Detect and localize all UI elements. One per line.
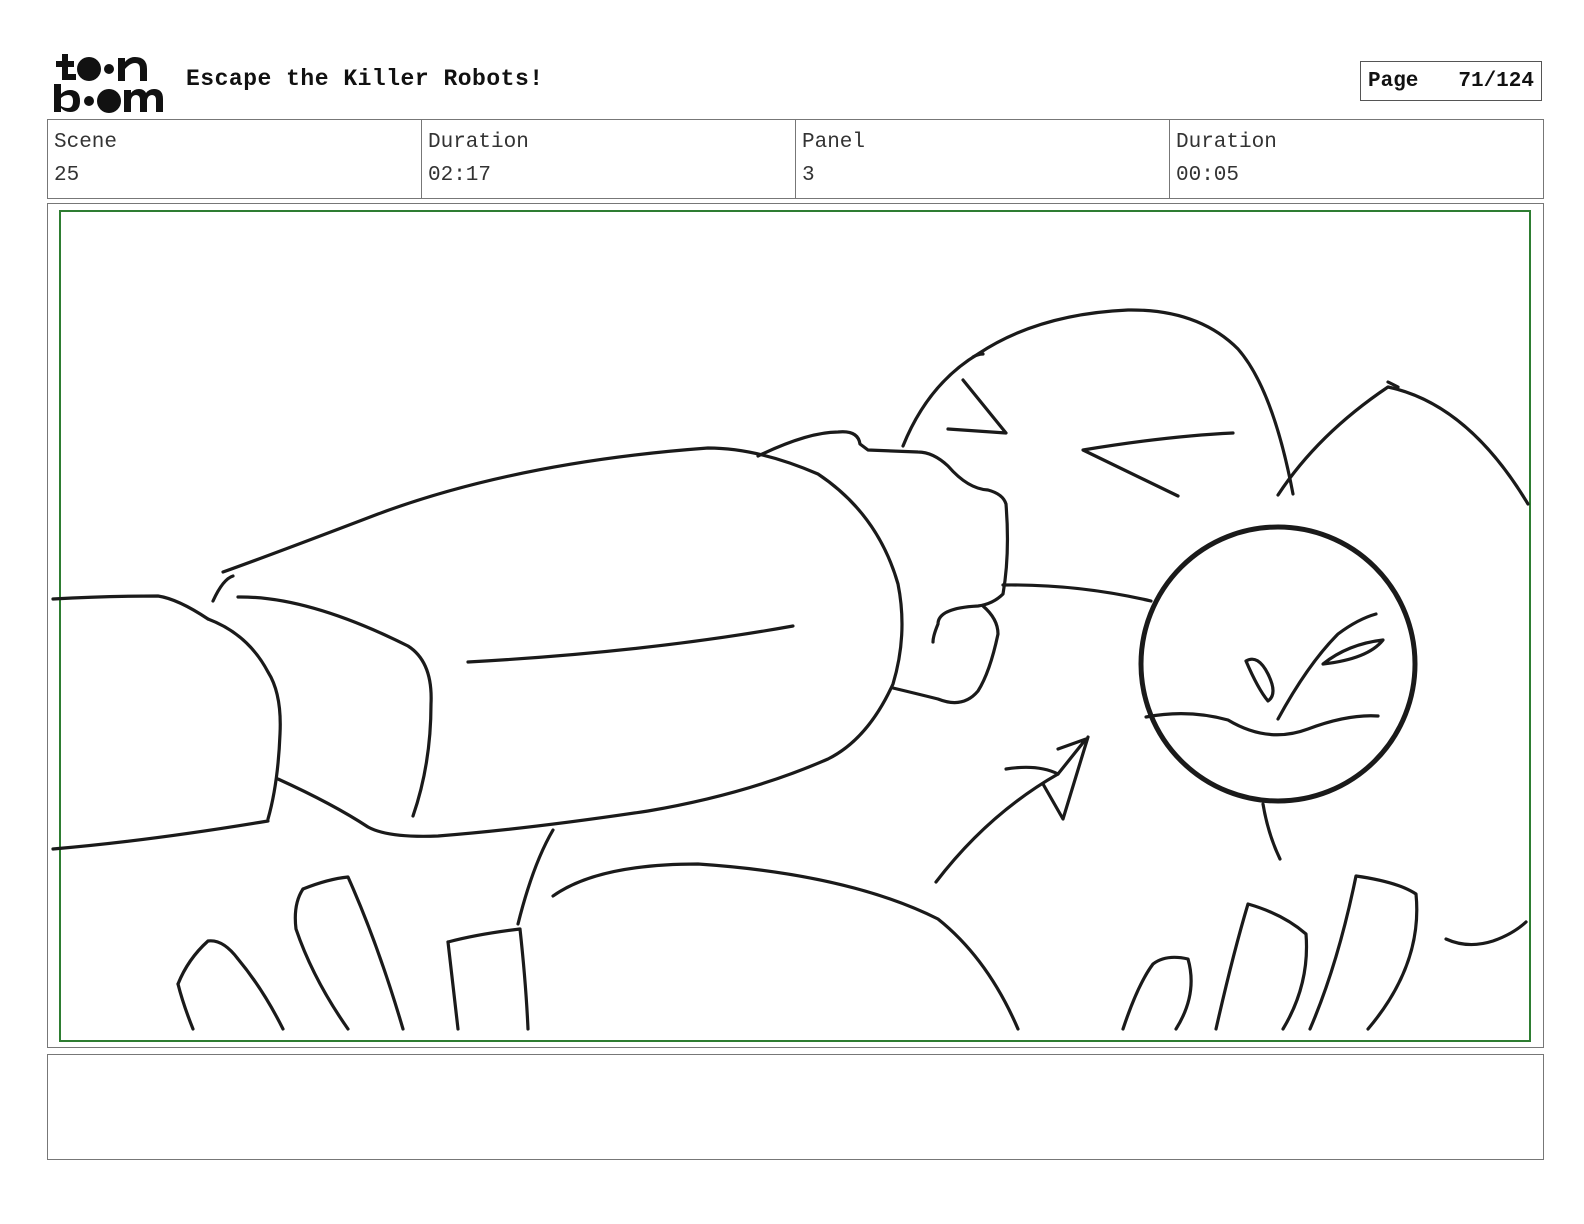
- scene-cell: Scene 25: [48, 120, 422, 198]
- panel-label: Panel: [802, 131, 866, 154]
- scene-duration-label: Duration: [428, 131, 529, 154]
- panel-value: 3: [802, 164, 815, 187]
- page-label: Page: [1368, 69, 1419, 93]
- page-indicator: Page 71/124: [1360, 61, 1542, 101]
- scene-duration-cell: Duration 02:17: [422, 120, 796, 198]
- project-title: Escape the Killer Robots!: [186, 66, 544, 92]
- toon-boom-logo: [54, 54, 163, 113]
- page-number: 71/124: [1458, 69, 1534, 93]
- scene-duration-value: 02:17: [428, 164, 492, 187]
- panel-cell: Panel 3: [796, 120, 1170, 198]
- panel-notes: [47, 1054, 1544, 1160]
- sketch-drawing: [51, 308, 1530, 1031]
- panel-duration-cell: Duration 00:05: [1170, 120, 1543, 198]
- scene-info-table: Scene 25 Duration 02:17 Panel 3 Duration…: [47, 119, 1544, 199]
- panel-duration-value: 00:05: [1176, 164, 1240, 187]
- storyboard-panel: [47, 203, 1544, 1048]
- panel-sketch: [51, 210, 1531, 1042]
- scene-value: 25: [54, 164, 80, 187]
- panel-duration-label: Duration: [1176, 131, 1277, 154]
- safe-frame: [59, 210, 1531, 1042]
- scene-label: Scene: [54, 131, 118, 154]
